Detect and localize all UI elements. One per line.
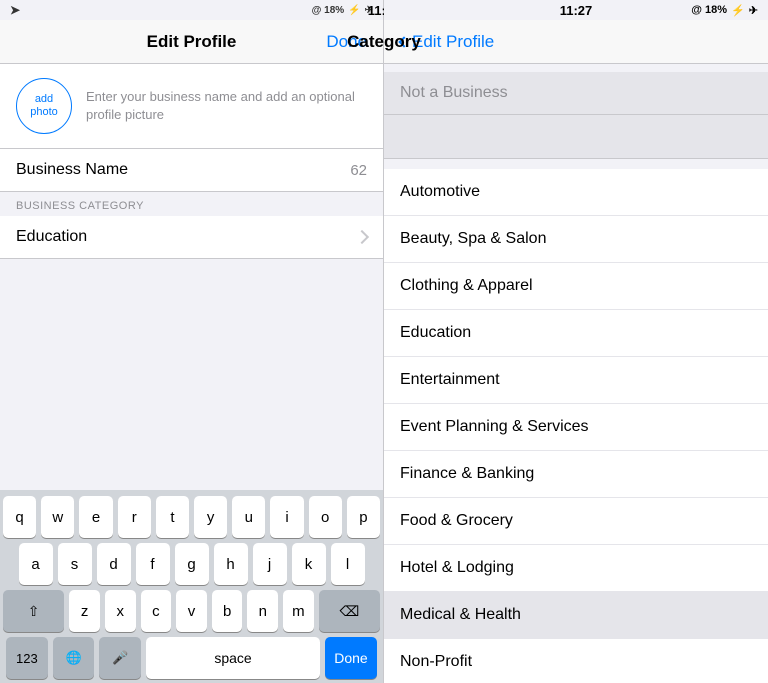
right-plane-icon: ✈ xyxy=(749,4,758,17)
add-photo-button[interactable]: add photo xyxy=(16,78,72,134)
add-label: add xyxy=(35,93,53,106)
key-n[interactable]: n xyxy=(247,590,278,632)
cat-item-finance[interactable]: Finance & Banking xyxy=(384,451,768,498)
keyboard-row-1: q w e r t y u i o p xyxy=(3,496,380,538)
key-c[interactable]: c xyxy=(141,590,172,632)
key-delete[interactable]: ⌫ xyxy=(319,590,380,632)
key-a[interactable]: a xyxy=(19,543,53,585)
key-v[interactable]: v xyxy=(176,590,207,632)
right-nav-title: Category xyxy=(347,32,421,52)
cat-item-nonprofit[interactable]: Non-Profit xyxy=(384,639,768,683)
photo-label: photo xyxy=(30,106,58,119)
key-k[interactable]: k xyxy=(292,543,326,585)
key-w[interactable]: w xyxy=(41,496,74,538)
key-done[interactable]: Done xyxy=(325,637,377,679)
left-panel: ➤ 11:27 @ 18% ⚡ ✈ Edit Profile Done add … xyxy=(0,0,384,683)
keyboard-bottom-row: 123 🌐 🎤 space Done xyxy=(3,637,380,679)
right-time: 11:27 xyxy=(560,3,593,18)
signal-icon: @ 18% xyxy=(312,5,345,16)
key-r[interactable]: r xyxy=(118,496,151,538)
status-bar-right: 11:27 @ 18% ⚡ ✈ xyxy=(384,0,768,20)
arrow-icon: ➤ xyxy=(10,3,20,17)
key-e[interactable]: e xyxy=(79,496,112,538)
keyboard-row-2: a s d f g h j k l xyxy=(3,543,380,585)
key-numbers[interactable]: 123 xyxy=(6,637,48,679)
key-h[interactable]: h xyxy=(214,543,248,585)
profile-section: add photo Enter your business name and a… xyxy=(0,64,383,149)
key-d[interactable]: d xyxy=(97,543,131,585)
key-b[interactable]: b xyxy=(212,590,243,632)
left-nav-title: Edit Profile xyxy=(147,32,237,52)
back-label: Edit Profile xyxy=(412,32,494,52)
key-p[interactable]: p xyxy=(347,496,380,538)
key-s[interactable]: s xyxy=(58,543,92,585)
key-j[interactable]: j xyxy=(253,543,287,585)
right-signal-icon: @ 18% xyxy=(691,4,727,16)
cat-item-education[interactable]: Education xyxy=(384,310,768,357)
chevron-right-icon xyxy=(355,230,369,244)
cat-item-entertainment[interactable]: Entertainment xyxy=(384,357,768,404)
profile-description: Enter your business name and add an opti… xyxy=(86,88,367,124)
key-l[interactable]: l xyxy=(331,543,365,585)
business-name-count: 62 xyxy=(350,162,367,179)
key-mic[interactable]: 🎤 xyxy=(99,637,141,679)
not-a-business-item[interactable]: Not a Business xyxy=(384,72,768,115)
category-label: Education xyxy=(16,228,87,246)
keyboard[interactable]: q w e r t y u i o p a s d f g h j k l ⇧ … xyxy=(0,490,383,683)
key-z[interactable]: z xyxy=(69,590,100,632)
category-list: Not a Business Automotive Beauty, Spa & … xyxy=(384,64,768,683)
cat-item-event-planning[interactable]: Event Planning & Services xyxy=(384,404,768,451)
cat-item-hotel[interactable]: Hotel & Lodging xyxy=(384,545,768,592)
cat-item-automotive[interactable]: Automotive xyxy=(384,169,768,216)
key-o[interactable]: o xyxy=(309,496,342,538)
key-shift[interactable]: ⇧ xyxy=(3,590,64,632)
status-bar-left: ➤ 11:27 @ 18% ⚡ ✈ xyxy=(0,0,383,20)
category-spacer xyxy=(384,159,768,169)
bolt-icon: ⚡ xyxy=(348,5,360,16)
category-row[interactable]: Education xyxy=(0,216,383,259)
key-x[interactable]: x xyxy=(105,590,136,632)
nav-bar-right: Edit Profile Category xyxy=(384,20,768,64)
key-f[interactable]: f xyxy=(136,543,170,585)
cat-item-food[interactable]: Food & Grocery xyxy=(384,498,768,545)
key-u[interactable]: u xyxy=(232,496,265,538)
right-status-icons: @ 18% ⚡ ✈ xyxy=(691,4,758,17)
key-y[interactable]: y xyxy=(194,496,227,538)
key-q[interactable]: q xyxy=(3,496,36,538)
key-g[interactable]: g xyxy=(175,543,209,585)
not-a-business-section: Not a Business xyxy=(384,72,768,115)
business-category-header: BUSINESS CATEGORY xyxy=(0,192,383,216)
top-spacer xyxy=(384,64,768,72)
cat-item-medical[interactable]: Medical & Health xyxy=(384,592,768,639)
cat-item-clothing[interactable]: Clothing & Apparel xyxy=(384,263,768,310)
right-panel: 11:27 @ 18% ⚡ ✈ Edit Profile Category No… xyxy=(384,0,768,683)
empty-area xyxy=(0,259,383,490)
key-t[interactable]: t xyxy=(156,496,189,538)
key-space[interactable]: space xyxy=(146,637,320,679)
keyboard-row-3: ⇧ z x c v b n m ⌫ xyxy=(3,590,380,632)
nav-bar-left: Edit Profile Done xyxy=(0,20,383,64)
key-m[interactable]: m xyxy=(283,590,314,632)
business-name-field[interactable]: Business Name 62 xyxy=(0,149,383,192)
right-bolt-icon: ⚡ xyxy=(731,4,745,17)
business-name-label: Business Name xyxy=(16,161,128,179)
key-globe[interactable]: 🌐 xyxy=(53,637,95,679)
cat-item-beauty[interactable]: Beauty, Spa & Salon xyxy=(384,216,768,263)
key-i[interactable]: i xyxy=(270,496,303,538)
left-status-icons: @ 18% ⚡ ✈ xyxy=(312,5,373,16)
selected-placeholder xyxy=(384,115,768,159)
